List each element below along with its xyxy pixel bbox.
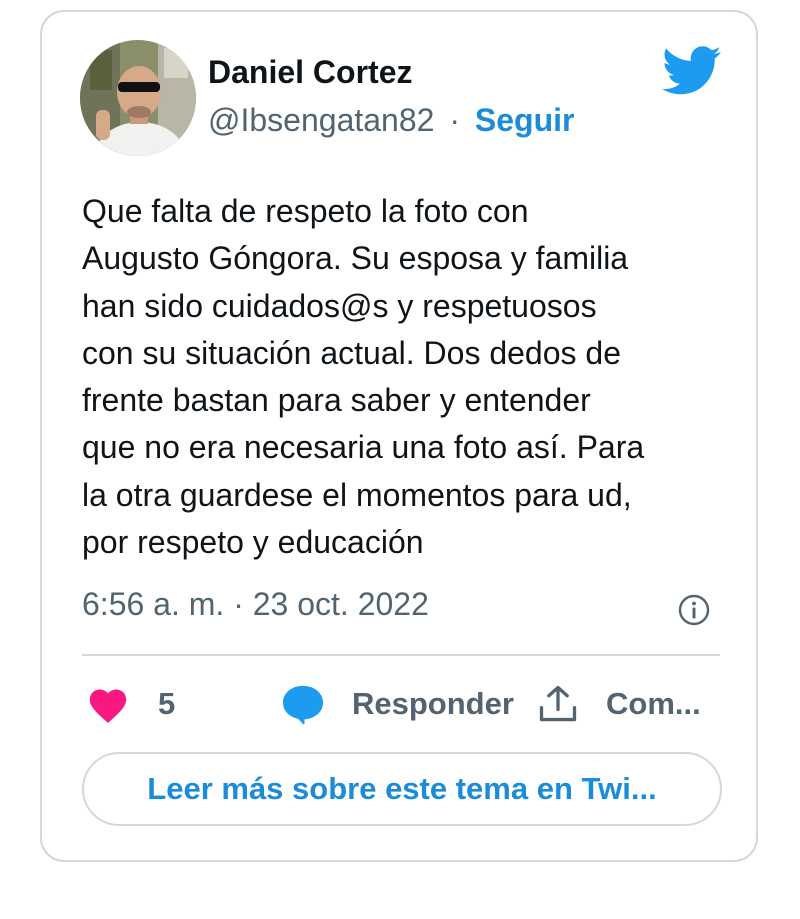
author-name[interactable]: Daniel Cortez [208, 54, 412, 91]
timestamp[interactable]: 6:56 a. m. · 23 oct. 2022 [82, 586, 429, 623]
divider [82, 654, 720, 656]
info-icon[interactable] [678, 594, 710, 626]
read-more-button[interactable]: Leer más sobre este tema en Twi... [82, 752, 722, 826]
twitter-bird-icon[interactable] [662, 46, 722, 96]
author-handle[interactable]: @Ibsengatan82 [208, 102, 434, 138]
reply-label: Responder [352, 686, 514, 721]
share-button[interactable]: Com... [536, 680, 701, 728]
tweet-text: Que falta de respeto la foto con Augusto… [82, 193, 645, 561]
action-bar: 5 Responder Com... [82, 680, 722, 728]
like-button[interactable]: 5 [86, 680, 175, 728]
like-count: 5 [158, 686, 176, 721]
avatar[interactable] [80, 40, 196, 156]
heart-icon [89, 689, 127, 723]
separator-dot: · [449, 102, 460, 138]
share-upload-icon [539, 685, 577, 722]
speech-bubble-icon [282, 685, 324, 725]
follow-button[interactable]: Seguir [475, 102, 575, 138]
share-label: Com... [606, 686, 701, 721]
reply-button[interactable]: Responder [280, 680, 514, 728]
handle-row: @Ibsengatan82 · Seguir [208, 102, 574, 139]
tweet-card: Daniel Cortez @Ibsengatan82 · Seguir Que… [40, 10, 758, 862]
